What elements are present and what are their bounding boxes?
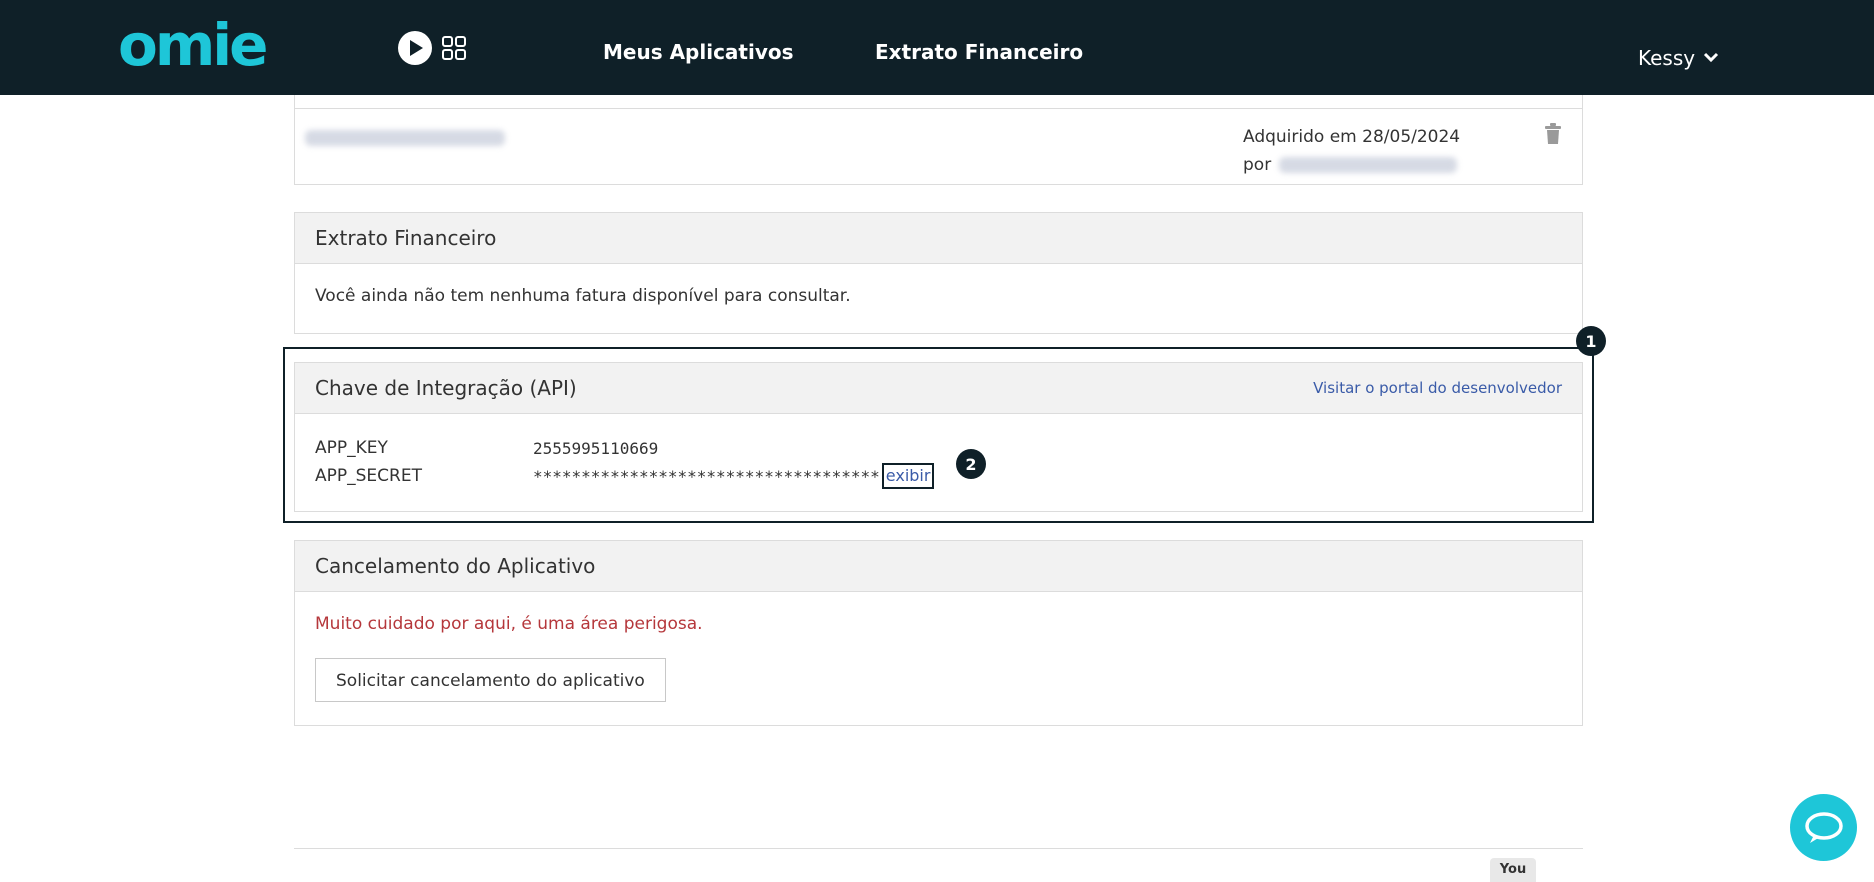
panel-header: Extrato Financeiro — [295, 213, 1582, 264]
acquired-date: Adquirido em 28/05/2024 — [1243, 127, 1461, 147]
api-key-panel: Chave de Integração (API) Visitar o port… — [294, 362, 1583, 512]
nav-meus-aplicativos[interactable]: Meus Aplicativos — [603, 40, 794, 64]
play-circle-icon — [398, 31, 432, 65]
extrato-financeiro-panel: Extrato Financeiro Você ainda não tem ne… — [294, 212, 1583, 334]
panel-title: Cancelamento do Aplicativo — [315, 554, 596, 578]
top-navigation-bar: omie Meus Aplicativos Extrato Financeiro… — [0, 0, 1874, 95]
apps-launcher[interactable] — [396, 28, 468, 68]
panel-header: Cancelamento do Aplicativo — [295, 541, 1582, 592]
danger-warning: Muito cuidado por aqui, é uma área perig… — [315, 614, 703, 634]
app-key-value: 2555995110669 — [533, 438, 659, 458]
show-secret-link[interactable]: exibir — [881, 463, 935, 489]
user-menu[interactable]: Kessy — [1638, 46, 1719, 70]
no-invoice-message: Você ainda não tem nenhuma fatura dispon… — [315, 286, 851, 306]
app-secret-label: APP_SECRET — [315, 466, 422, 486]
redacted-user-name — [1278, 157, 1457, 173]
app-key-row: APP_KEY 2555995110669 — [315, 434, 1562, 462]
omie-logo[interactable]: omie — [118, 11, 268, 79]
panel-header: Chave de Integração (API) Visitar o port… — [295, 363, 1582, 414]
panel-body: Muito cuidado por aqui, é uma área perig… — [295, 592, 1582, 702]
user-name: Kessy — [1638, 46, 1696, 70]
trash-icon[interactable] — [1544, 123, 1562, 145]
acquired-by: por — [1243, 151, 1460, 179]
youtube-icon[interactable]: You — [1490, 858, 1536, 882]
chat-icon — [1804, 811, 1843, 843]
chat-support-button[interactable] — [1790, 794, 1857, 861]
divider — [295, 108, 1582, 109]
request-cancellation-button[interactable]: Solicitar cancelamento do aplicativo — [315, 658, 666, 702]
developer-portal-link[interactable]: Visitar o portal do desenvolvedor — [1313, 379, 1562, 397]
panel-body: Você ainda não tem nenhuma fatura dispon… — [295, 264, 1582, 306]
grid-icon — [442, 36, 466, 60]
youtube-label: You — [1499, 862, 1527, 877]
redacted-app-name — [305, 130, 505, 146]
acquired-app-panel: Adquirido em 28/05/2024 por — [294, 95, 1583, 185]
acquired-info: Adquirido em 28/05/2024 por — [1243, 123, 1460, 179]
panel-title: Extrato Financeiro — [315, 226, 497, 250]
app-key-label: APP_KEY — [315, 438, 388, 458]
logo-text: omie — [118, 11, 268, 79]
app-secret-value: ************************************ — [533, 466, 880, 486]
annotation-badge-2: 2 — [956, 449, 986, 479]
nav-extrato-financeiro[interactable]: Extrato Financeiro — [875, 40, 1083, 64]
chevron-down-icon — [1704, 52, 1719, 63]
panel-body: APP_KEY 2555995110669 APP_SECRET *******… — [295, 414, 1582, 490]
annotation-badge-1: 1 — [1576, 326, 1606, 356]
footer-divider — [294, 848, 1583, 849]
cancel-app-panel: Cancelamento do Aplicativo Muito cuidado… — [294, 540, 1583, 726]
panel-title: Chave de Integração (API) — [315, 376, 577, 400]
acquired-by-label: por — [1243, 155, 1272, 175]
app-secret-row: APP_SECRET *****************************… — [315, 462, 1562, 490]
